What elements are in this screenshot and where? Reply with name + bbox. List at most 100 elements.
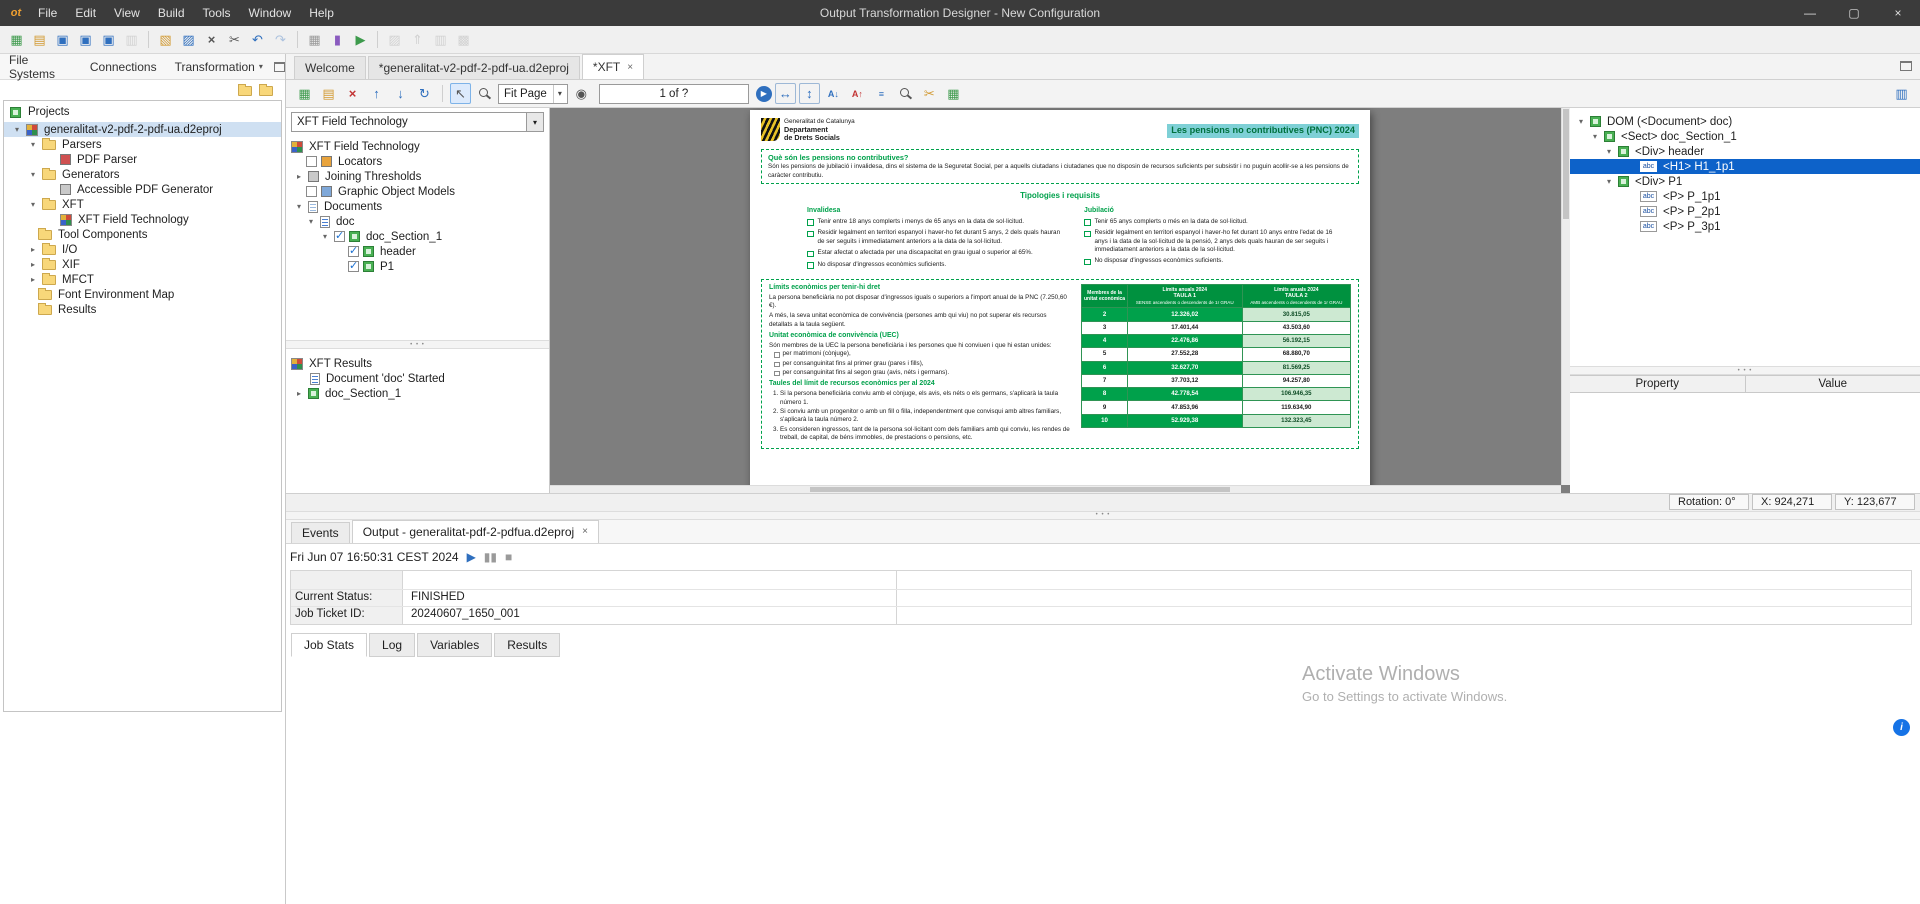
horizontal-splitter[interactable] [286, 510, 1920, 520]
tab-variables[interactable]: Variables [417, 632, 493, 657]
tab-events[interactable]: Events [291, 521, 350, 543]
stop-icon[interactable]: ■ [505, 550, 512, 564]
xft-item-graphic-object-models[interactable]: Graphic Object Models [286, 184, 549, 199]
side-panel-toggle-icon[interactable]: ▥ [1891, 83, 1912, 104]
search-icon[interactable] [895, 83, 916, 104]
tree-item-xft-field-technology[interactable]: XFT Field Technology [4, 212, 281, 227]
tab-xft[interactable]: *XFT × [581, 54, 645, 79]
expander-icon[interactable] [294, 390, 304, 398]
value-column-header[interactable]: Value [1745, 376, 1920, 392]
fit-width-icon[interactable]: ↔ [774, 83, 796, 104]
table-view-icon[interactable]: ▦ [943, 83, 964, 104]
delete-icon[interactable]: × [201, 29, 222, 50]
select-tool-icon[interactable]: ↖ [450, 83, 471, 104]
doc-title-highlighted[interactable]: Les pensions no contributives (PNC) 2024 [1167, 124, 1359, 138]
fit-mode-select[interactable]: Fit Page ▾ [498, 83, 568, 104]
pdf-page[interactable]: Generalitat de Catalunya Departament de … [750, 110, 1370, 493]
expander-icon[interactable] [28, 171, 38, 179]
expander-icon[interactable] [28, 261, 38, 269]
move-down-icon[interactable]: ↓ [390, 83, 411, 104]
tab-results[interactable]: Results [494, 632, 561, 657]
tree-item-results[interactable]: Results [4, 302, 281, 317]
redo-icon[interactable]: ↷ [270, 29, 291, 50]
menu-edit[interactable]: Edit [66, 0, 105, 26]
xft-item-doc[interactable]: doc [286, 214, 549, 229]
tree-item-parsers[interactable]: Parsers [4, 137, 281, 152]
import-project-icon[interactable] [238, 84, 252, 96]
combo-caret-icon[interactable]: ▾ [527, 112, 544, 132]
expander-icon[interactable] [28, 276, 38, 284]
expander-icon[interactable] [294, 173, 304, 181]
expander-icon[interactable] [1604, 148, 1614, 156]
dom-item-p1p1[interactable]: <P> P_1p1 [1570, 189, 1920, 204]
tab-transformation[interactable]: Transformation ▾ [166, 54, 272, 80]
expander-icon[interactable] [28, 246, 38, 254]
sort-descending-icon[interactable]: A↑ [847, 83, 868, 104]
close-tab-icon[interactable]: × [627, 62, 633, 73]
print-icon[interactable]: ▥ [430, 29, 451, 50]
minimize-icon[interactable]: — [1788, 0, 1832, 26]
cut-region-icon[interactable]: ✂ [919, 83, 940, 104]
settings-icon[interactable]: ▩ [453, 29, 474, 50]
expander-icon[interactable] [1576, 118, 1586, 126]
xft-item-documents[interactable]: Documents [286, 199, 549, 214]
close-tab-icon[interactable]: × [582, 526, 588, 537]
move-up-icon[interactable]: ↑ [366, 83, 387, 104]
xft-technology-select[interactable]: XFT Field Technology [291, 112, 527, 132]
menu-help[interactable]: Help [300, 0, 343, 26]
refresh-projects-icon[interactable] [259, 84, 273, 96]
tree-item-mfct[interactable]: MFCT [4, 272, 281, 287]
tab-file-systems[interactable]: File Systems [0, 53, 81, 81]
dom-item-p2p1[interactable]: <P> P_2p1 [1570, 204, 1920, 219]
graphic-object-models-checkbox[interactable] [306, 186, 317, 197]
snapshot-icon[interactable]: ◉ [571, 83, 592, 104]
tab-job-stats[interactable]: Job Stats [291, 632, 368, 657]
tab-log[interactable]: Log [369, 632, 416, 657]
sort-ascending-icon[interactable]: A↓ [823, 83, 844, 104]
xft-root-item[interactable]: XFT Field Technology [286, 139, 549, 154]
reading-order-icon[interactable]: ≡ [871, 83, 892, 104]
pause-icon[interactable]: ▮▮ [484, 550, 497, 564]
undo-icon[interactable]: ↶ [247, 29, 268, 50]
save-icon[interactable]: ▣ [52, 29, 73, 50]
maximize-editor-icon[interactable] [1900, 61, 1912, 71]
document-preview[interactable]: Generalitat de Catalunya Departament de … [550, 108, 1570, 493]
paste-icon[interactable]: ▧ [155, 29, 176, 50]
tree-item-accessible-pdf-generator[interactable]: Accessible PDF Generator [4, 182, 281, 197]
tree-item-xif[interactable]: XIF [4, 257, 281, 272]
xft-item-joining-thresholds[interactable]: Joining Thresholds [286, 169, 549, 184]
new-config-icon[interactable]: ▦ [6, 29, 27, 50]
header-checkbox[interactable] [348, 244, 359, 257]
scrollbar-thumb[interactable] [1563, 109, 1569, 219]
xft-item-p1[interactable]: P1 [286, 259, 549, 274]
validate-icon[interactable]: ▦ [304, 29, 325, 50]
limits-box[interactable]: Límits econòmics per tenir-hi dret La pe… [761, 278, 1359, 449]
menu-view[interactable]: View [105, 0, 149, 26]
refresh-icon[interactable]: ↻ [414, 83, 435, 104]
expander-icon[interactable] [306, 218, 316, 226]
dom-item-h1-selected[interactable]: <H1> H1_1p1 [1570, 159, 1920, 174]
add-note-icon[interactable]: ▤ [318, 83, 339, 104]
debug-icon[interactable]: ▮ [327, 29, 348, 50]
limits-table[interactable]: Membres de la unitat econòmica Límits an… [1081, 283, 1352, 429]
doc-header[interactable]: Generalitat de Catalunya Departament de … [761, 118, 1359, 142]
menu-tools[interactable]: Tools [194, 0, 240, 26]
export-icon[interactable]: ⇑ [407, 29, 428, 50]
tree-item-project[interactable]: generalitat-v2-pdf-2-pdf-ua.d2eproj [4, 122, 281, 137]
menu-build[interactable]: Build [149, 0, 194, 26]
expander-icon[interactable] [12, 126, 22, 134]
image-export-icon[interactable]: ▨ [384, 29, 405, 50]
xft-item-doc-section[interactable]: doc_Section_1 [286, 229, 549, 244]
dom-item-sect[interactable]: <Sect> doc_Section_1 [1570, 129, 1920, 144]
zoom-tool-icon[interactable] [474, 83, 495, 104]
dom-item-div-header[interactable]: <Div> header [1570, 144, 1920, 159]
dom-item-document[interactable]: DOM (<Document> doc) [1570, 114, 1920, 129]
xft-item-locators[interactable]: Locators [286, 154, 549, 169]
open-icon[interactable]: ▤ [29, 29, 50, 50]
fit-height-icon[interactable]: ↕ [798, 83, 820, 104]
tree-item-xft[interactable]: XFT [4, 197, 281, 212]
menu-window[interactable]: Window [240, 0, 301, 26]
horizontal-scrollbar[interactable] [550, 484, 1561, 493]
results-item-section[interactable]: doc_Section_1 [286, 386, 549, 401]
tab-output[interactable]: Output - generalitat-pdf-2-pdfua.d2eproj… [351, 519, 599, 543]
